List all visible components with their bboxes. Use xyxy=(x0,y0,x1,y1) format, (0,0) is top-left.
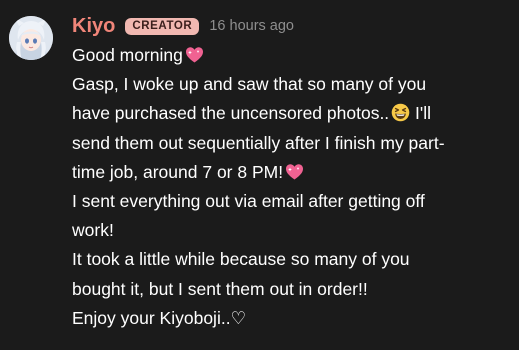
message-text: Good morning xyxy=(72,45,183,65)
message-text: It took a little while because so many o… xyxy=(72,249,410,270)
sparkling-heart-icon xyxy=(185,46,204,64)
post-body: Good morning Gasp, I woke up and saw that… xyxy=(72,41,512,333)
message-line: work! xyxy=(72,216,512,245)
grinning-squinting-face-icon xyxy=(391,103,410,122)
message-text: Gasp, I woke up and saw that so many of … xyxy=(72,74,427,95)
message-line: time job, around 7 or 8 PM! xyxy=(72,158,512,187)
avatar[interactable] xyxy=(9,16,53,60)
message-line: It took a little while because so many o… xyxy=(72,245,512,274)
message-text: I'll xyxy=(410,103,432,124)
message-line: Good morning xyxy=(72,41,512,70)
post-timestamp: 16 hours ago xyxy=(209,18,294,34)
message-line: I sent everything out via email after ge… xyxy=(72,187,512,216)
message-line: Gasp, I woke up and saw that so many of … xyxy=(72,70,512,99)
message-line: Enjoy your Kiyoboji..♡ xyxy=(72,304,512,333)
creator-badge: CREATOR xyxy=(125,17,200,35)
message-text: send them out sequentially after I finis… xyxy=(72,132,445,153)
message-text: I sent everything out via email after ge… xyxy=(72,191,425,212)
anime-character-avatar-icon xyxy=(9,16,53,60)
sparkling-heart-icon xyxy=(285,163,304,181)
post-header: Kiyo CREATOR 16 hours ago xyxy=(72,12,294,40)
message-text: have purchased the uncensored photos.. xyxy=(72,103,390,124)
author-name[interactable]: Kiyo xyxy=(72,13,115,39)
message-text: bought it, but I sent them out in order!… xyxy=(72,278,368,299)
message-text: Enjoy your Kiyoboji..♡ xyxy=(72,307,247,328)
message-line: send them out sequentially after I finis… xyxy=(72,129,512,158)
message-line: have purchased the uncensored photos.. I… xyxy=(72,99,512,128)
message-text: time job, around 7 or 8 PM! xyxy=(72,161,284,182)
comment-post: Kiyo CREATOR 16 hours ago Good morning Ga… xyxy=(0,0,519,350)
message-line: bought it, but I sent them out in order!… xyxy=(72,275,512,304)
message-text: work! xyxy=(72,220,114,241)
